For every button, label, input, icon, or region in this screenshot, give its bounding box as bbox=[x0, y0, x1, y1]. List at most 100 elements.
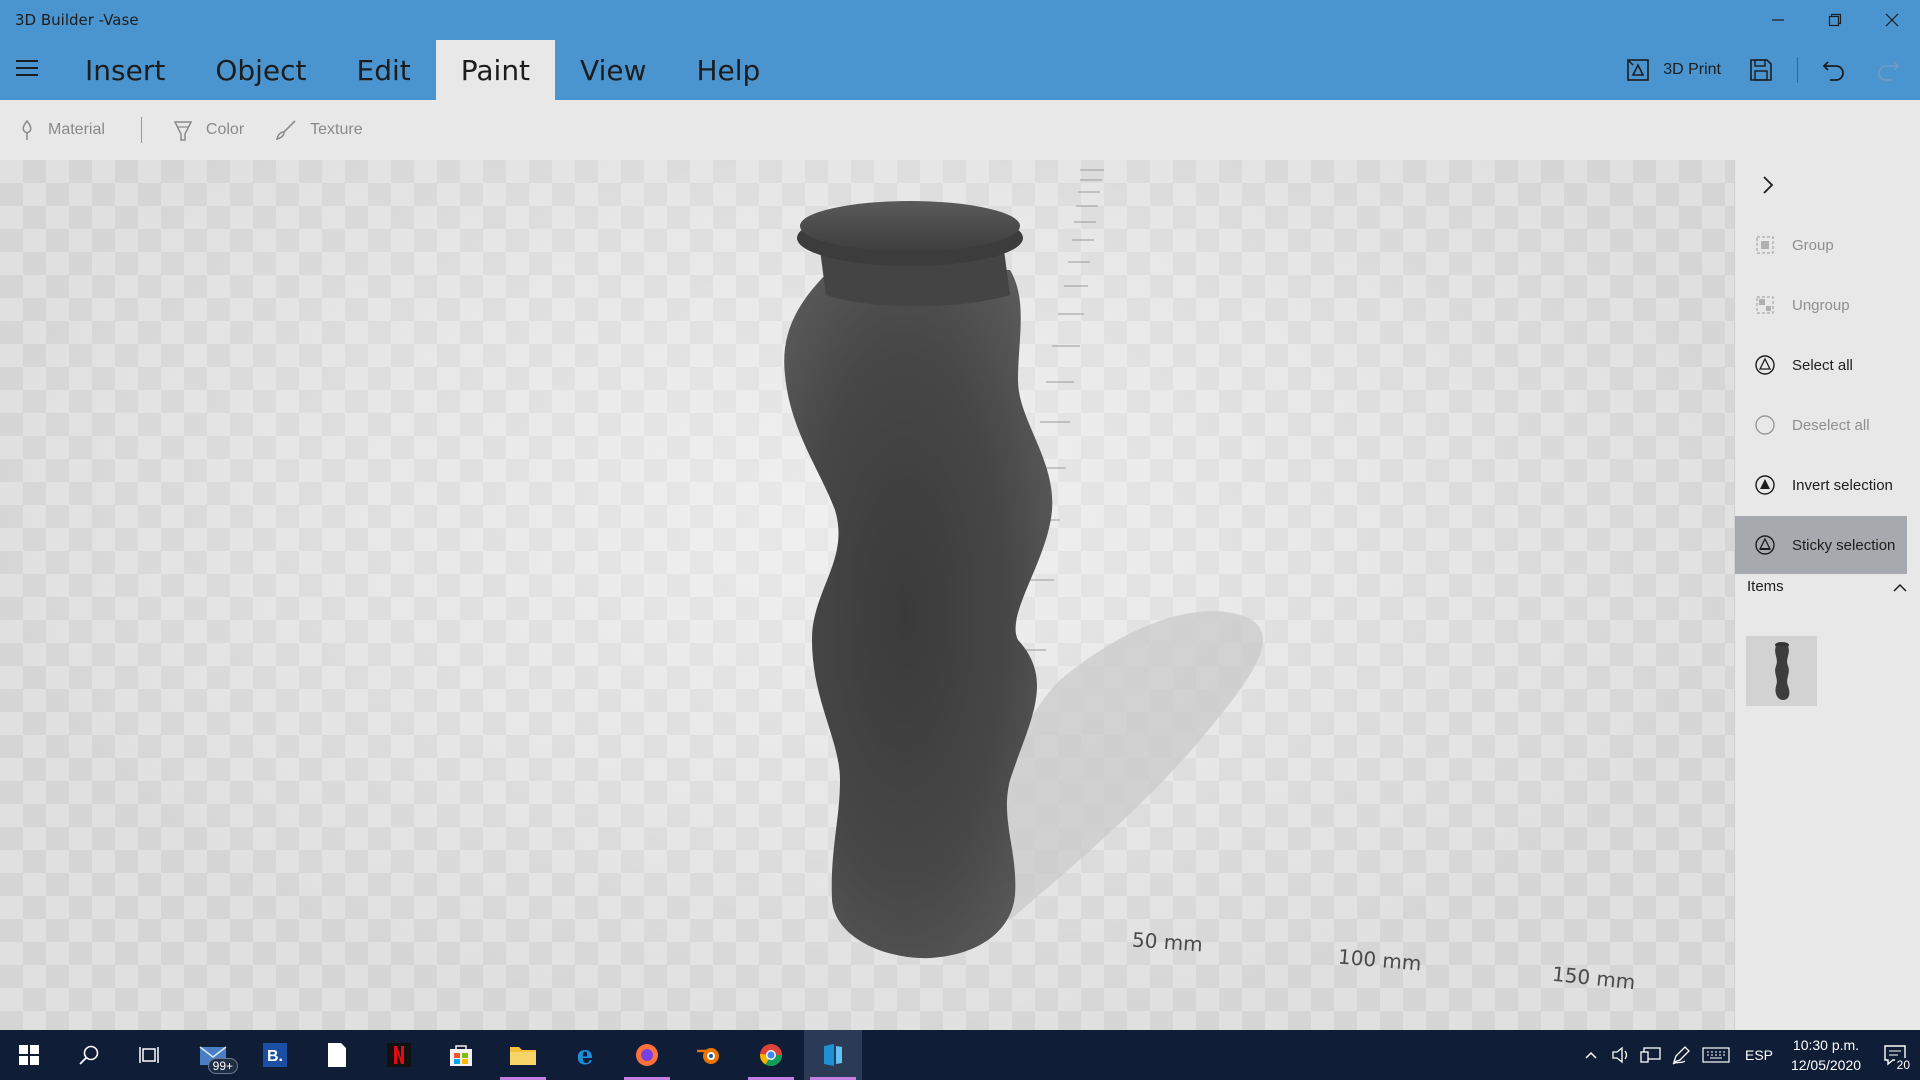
firefox-icon bbox=[636, 1044, 658, 1066]
pen-icon bbox=[1672, 1046, 1690, 1065]
select-all-icon bbox=[1754, 354, 1776, 376]
taskbar-firefox[interactable] bbox=[618, 1030, 676, 1080]
chrome-icon bbox=[760, 1044, 782, 1066]
redo-button[interactable] bbox=[1874, 56, 1902, 84]
taskbar-3d-builder[interactable] bbox=[804, 1030, 862, 1080]
group-button[interactable]: Group bbox=[1735, 216, 1907, 274]
chevron-up-icon bbox=[1585, 1051, 1597, 1059]
clock[interactable]: 10:30 p.m. 12/05/2020 bbox=[1782, 1035, 1870, 1075]
ruler-label-50mm: 50 mm bbox=[1131, 927, 1204, 957]
hamburger-icon[interactable] bbox=[16, 60, 38, 76]
vase-scene bbox=[784, 169, 1263, 959]
network-icon bbox=[1640, 1047, 1661, 1063]
vase-cap-top bbox=[800, 201, 1020, 251]
close-icon bbox=[1885, 13, 1898, 27]
mail-badge: 99+ bbox=[207, 1058, 238, 1074]
clock-time: 10:30 p.m. bbox=[1792, 1037, 1860, 1053]
taskbar-b-app[interactable]: B. bbox=[246, 1030, 304, 1080]
paint-bucket-icon bbox=[173, 121, 193, 141]
restore-button[interactable] bbox=[1806, 0, 1863, 40]
paint-toolbar: Material Color Texture bbox=[0, 100, 1920, 160]
show-hidden-icons-button[interactable] bbox=[1576, 1030, 1606, 1080]
keyboard-icon bbox=[1702, 1047, 1730, 1063]
deselect-all-icon bbox=[1754, 414, 1776, 436]
tab-object[interactable]: Object bbox=[190, 40, 331, 100]
taskbar-edge[interactable]: e bbox=[556, 1030, 614, 1080]
search-button[interactable] bbox=[60, 1030, 118, 1080]
notification-count: 20 bbox=[1894, 1058, 1912, 1072]
color-label: Color bbox=[205, 121, 245, 138]
network-button[interactable] bbox=[1636, 1030, 1666, 1080]
window-controls bbox=[1749, 0, 1920, 40]
tab-view[interactable]: View bbox=[555, 40, 671, 100]
search-icon bbox=[79, 1045, 99, 1065]
taskbar-chrome[interactable] bbox=[742, 1030, 800, 1080]
print-3d-icon bbox=[1627, 59, 1650, 81]
group-icon bbox=[1754, 234, 1776, 256]
vase-body bbox=[784, 270, 1053, 959]
texture-tool[interactable]: Texture bbox=[274, 118, 363, 142]
taskbar-blender[interactable] bbox=[680, 1030, 738, 1080]
invert-selection-button[interactable]: Invert selection bbox=[1735, 456, 1907, 514]
minimize-icon bbox=[1771, 19, 1784, 21]
items-header[interactable]: Items bbox=[1747, 578, 1909, 595]
sticky-selection-label: Sticky selection bbox=[1792, 536, 1896, 554]
3d-viewport[interactable]: 50 mm 100 mm 150 mm bbox=[0, 160, 1734, 1030]
tab-insert[interactable]: Insert bbox=[60, 40, 190, 100]
chevron-up-icon[interactable] bbox=[1891, 581, 1909, 593]
minimize-button[interactable] bbox=[1749, 0, 1806, 40]
select-all-label: Select all bbox=[1792, 356, 1853, 374]
svg-text:e: e bbox=[577, 1042, 594, 1068]
taskbar-mail[interactable]: 99+ bbox=[184, 1030, 242, 1080]
touch-keyboard-button[interactable] bbox=[1696, 1030, 1736, 1080]
pen-workspace-button[interactable] bbox=[1666, 1030, 1696, 1080]
selection-panel: Group Ungroup Select all Deselect all In… bbox=[1734, 160, 1920, 1030]
tab-edit[interactable]: Edit bbox=[332, 40, 436, 100]
taskbar-file-explorer[interactable] bbox=[494, 1030, 552, 1080]
3d-builder-icon bbox=[824, 1044, 842, 1066]
undo-icon bbox=[1822, 61, 1844, 81]
paint-toolbar-divider bbox=[140, 117, 142, 143]
svg-text:B.: B. bbox=[267, 1048, 283, 1065]
close-button[interactable] bbox=[1863, 0, 1920, 40]
save-icon bbox=[1750, 59, 1772, 81]
language-label: ESP bbox=[1744, 1047, 1773, 1063]
group-label: Group bbox=[1792, 236, 1834, 254]
material-tool[interactable]: Material bbox=[18, 119, 105, 141]
undo-button[interactable] bbox=[1820, 56, 1848, 84]
windows-taskbar: 99+ B. e ESP 10:30 p.m. 12/05/2020 20 bbox=[0, 1030, 1920, 1080]
save-button[interactable] bbox=[1747, 56, 1775, 84]
title-and-menu-bar: 3D Builder -Vase Insert Object Edit Pain… bbox=[0, 0, 1920, 100]
chevron-right-icon[interactable] bbox=[1755, 172, 1781, 198]
color-tool[interactable]: Color bbox=[172, 118, 244, 142]
taskbar-notepad[interactable] bbox=[308, 1030, 366, 1080]
taskbar-store[interactable] bbox=[432, 1030, 490, 1080]
volume-icon bbox=[1612, 1046, 1628, 1064]
sticky-selection-icon bbox=[1754, 534, 1776, 556]
deselect-all-button[interactable]: Deselect all bbox=[1735, 396, 1907, 454]
3d-print-button[interactable]: 3D Print bbox=[1625, 57, 1721, 83]
store-icon bbox=[450, 1045, 472, 1066]
quick-actions: 3D Print bbox=[1625, 40, 1920, 100]
tab-help[interactable]: Help bbox=[672, 40, 786, 100]
invert-selection-icon bbox=[1754, 474, 1776, 496]
restore-icon bbox=[1828, 13, 1841, 27]
ungroup-label: Ungroup bbox=[1792, 296, 1850, 314]
vase-item-thumbnail[interactable] bbox=[1746, 636, 1817, 706]
blender-icon bbox=[697, 1048, 719, 1064]
edge-icon: e bbox=[577, 1042, 594, 1068]
tab-paint[interactable]: Paint bbox=[435, 40, 556, 100]
task-view-button[interactable] bbox=[120, 1030, 178, 1080]
invert-selection-label: Invert selection bbox=[1792, 476, 1893, 494]
netflix-icon bbox=[387, 1043, 411, 1067]
ungroup-button[interactable]: Ungroup bbox=[1735, 276, 1907, 334]
brush-icon bbox=[276, 120, 296, 141]
redo-icon bbox=[1878, 61, 1900, 81]
select-all-button[interactable]: Select all bbox=[1735, 336, 1907, 394]
action-center-button[interactable]: 20 bbox=[1870, 1030, 1920, 1080]
taskbar-netflix[interactable] bbox=[370, 1030, 428, 1080]
input-language-button[interactable]: ESP bbox=[1736, 1030, 1782, 1080]
start-button[interactable] bbox=[0, 1030, 58, 1080]
sticky-selection-button[interactable]: Sticky selection bbox=[1735, 516, 1907, 574]
volume-button[interactable] bbox=[1606, 1030, 1636, 1080]
